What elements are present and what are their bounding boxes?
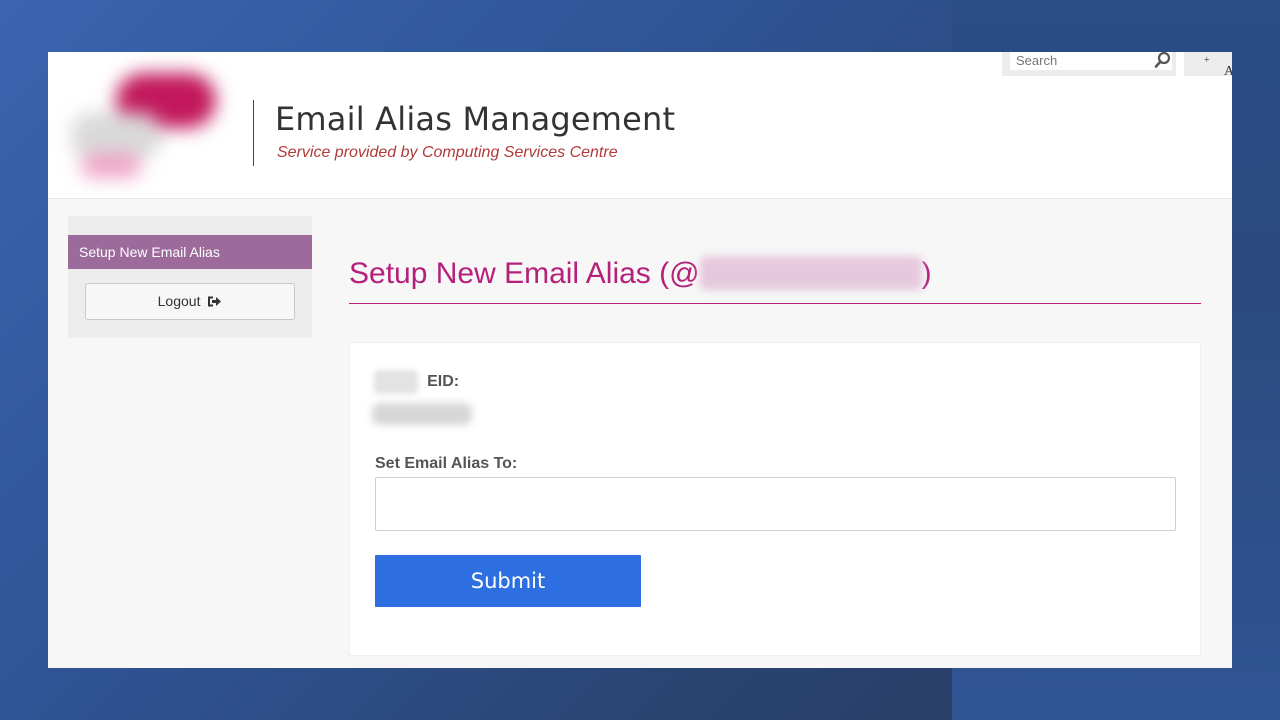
logout-label: Logout [157,293,201,309]
site-header: Email Alias Management Service provided … [48,52,1232,199]
main-heading: Setup New Email Alias (@) [349,256,932,291]
sidebar: Setup New Email Alias Logout [68,216,312,338]
browser-page: Email Alias Management Service provided … [48,52,1232,668]
eid-row: EID: [374,370,460,394]
alias-field-label: Set Email Alias To: [375,455,518,472]
font-size-plus: + [1204,55,1210,66]
heading-divider [349,303,1201,304]
email-alias-input[interactable] [375,477,1176,531]
submit-button[interactable]: Submit [375,555,641,607]
main-heading-suffix: ) [921,257,932,290]
page-subtitle: Service provided by Computing Services C… [277,144,618,161]
main-heading-prefix: Setup New Email Alias (@ [349,257,700,290]
sign-out-icon [207,286,222,321]
redacted-domain [699,256,922,290]
font-size-button[interactable]: A + [1184,52,1232,79]
sidebar-item-label: Setup New Email Alias [79,244,220,260]
eid-label: EID: [427,373,460,390]
page-title: Email Alias Management [275,100,676,138]
sidebar-item-setup-new-email-alias[interactable]: Setup New Email Alias [68,235,312,269]
search-input[interactable] [1010,52,1172,70]
logout-button[interactable]: Logout [85,283,295,320]
search-icon[interactable] [1154,52,1172,69]
redacted-label-prefix [374,370,418,394]
font-size-label: A [1224,64,1232,79]
search-box [1002,52,1176,76]
alias-form-card: EID: Set Email Alias To: Submit [349,342,1201,656]
logo [66,58,226,188]
redacted-eid-value [372,403,472,425]
header-divider [253,100,254,166]
